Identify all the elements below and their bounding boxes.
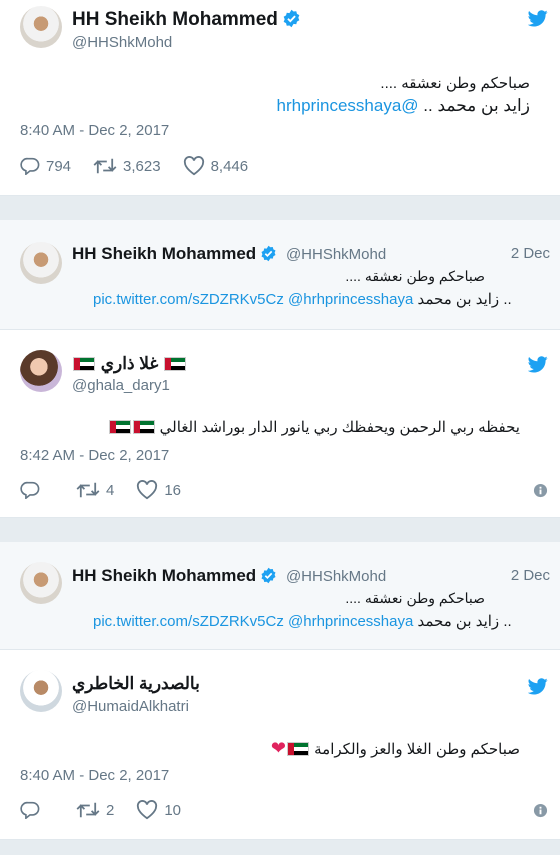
author-name[interactable]: HH Sheikh Mohammed (72, 9, 301, 34)
reply-text-content: صباحكم وطن الغلا والعز والكرامة (314, 741, 520, 758)
quoted-author-name[interactable]: HH Sheikh Mohammed @HHShkMohd (72, 566, 386, 589)
verified-badge-icon (260, 567, 277, 589)
avatar-humaid-alkhatri[interactable] (20, 670, 62, 712)
quoted-author-name-text: HH Sheikh Mohammed (72, 566, 257, 585)
reply-author-handle[interactable]: @ghala_dary1 (72, 377, 170, 394)
like-button[interactable]: 8,446 (183, 156, 249, 176)
reply-button[interactable] (20, 801, 46, 819)
reply-icon (20, 801, 40, 819)
reply-button[interactable]: 794 (20, 157, 71, 175)
info-icon[interactable] (533, 803, 548, 823)
tweet-actions: 794 3,623 8,446 (20, 156, 270, 176)
quoted-text-line1: صباحكم وطن نعشقه .... (345, 268, 485, 284)
like-button[interactable]: 10 (136, 800, 181, 820)
quoted-links[interactable]: pic.twitter.com/sZDZRKv5Cz @hrhprincessh… (93, 291, 413, 308)
retweet-icon (93, 158, 117, 174)
twitter-bird-icon[interactable] (528, 678, 548, 695)
quoted-author-handle[interactable]: @HHShkMohd (286, 246, 386, 263)
quoted-links[interactable]: pic.twitter.com/sZDZRKv5Cz @hrhprincessh… (93, 613, 413, 630)
tweet-text-arabic: زايد بن محمد .. (423, 96, 530, 115)
quoted-text-line1: صباحكم وطن نعشقه .... (345, 590, 485, 606)
like-icon (137, 800, 158, 820)
reply-actions: 2 10 (20, 800, 203, 820)
red-heart-icon: ❤ (270, 738, 286, 758)
retweet-button[interactable]: 4 (76, 481, 114, 499)
verified-badge-icon (260, 245, 277, 267)
quoted-author-name-text: HH Sheikh Mohammed (72, 244, 257, 263)
tweet-timestamp[interactable]: 8:40 AM - Dec 2, 2017 (20, 122, 169, 139)
like-count: 10 (164, 801, 182, 819)
quoted-tweet[interactable]: HH Sheikh Mohammed @HHShkMohd 2 Dec صباح… (0, 542, 560, 650)
tweet-text-line1: صباحكم وطن نعشقه .... (380, 75, 530, 92)
author-name-text: HH Sheikh Mohammed (72, 9, 278, 30)
author-handle[interactable]: @HHShkMohd (72, 34, 172, 51)
reply-tweet-ghala: غلا ذاري @ghala_dary1 يحفظه ربي الرحمن و… (0, 330, 560, 518)
separator (0, 840, 560, 855)
reply-author-handle[interactable]: @HumaidAlkhatri (72, 698, 189, 715)
reply-button[interactable] (20, 481, 46, 499)
quoted-author-name[interactable]: HH Sheikh Mohammed @HHShkMohd (72, 244, 386, 267)
reply-author-name[interactable]: بالصدرية الخاطري (72, 674, 200, 694)
retweet-count: 3,623 (123, 157, 161, 175)
reply-author-name[interactable]: غلا ذاري (72, 354, 187, 374)
tweet-text-line2: زايد بن محمد .. @hrhprincesshaya (277, 96, 530, 116)
retweet-icon (76, 802, 100, 818)
reply-text-content: يحفظه ربي الرحمن ويحفظك ربي يانور الدار … (159, 419, 520, 436)
twitter-bird-icon[interactable] (528, 356, 548, 373)
quoted-text-line2: pic.twitter.com/sZDZRKv5Cz @hrhprincessh… (93, 612, 512, 630)
reply-icon (20, 481, 40, 499)
retweet-icon (76, 482, 100, 498)
reply-text: يحفظه ربي الرحمن ويحفظك ربي يانور الدار … (108, 418, 520, 436)
quoted-text-arabic: .. زايد بن محمد (417, 613, 512, 630)
avatar-hh-sheikh-mohammed[interactable] (20, 562, 62, 604)
uae-flag-icon (164, 357, 187, 371)
like-count: 16 (164, 481, 182, 499)
info-icon[interactable] (533, 483, 548, 503)
reply-author-name-text: غلا ذاري (100, 354, 159, 373)
quoted-date[interactable]: 2 Dec (511, 245, 550, 262)
reply-tweet-humaid: بالصدرية الخاطري @HumaidAlkhatri صباحكم … (0, 650, 560, 840)
uae-flag-icon (73, 357, 95, 371)
separator (0, 518, 560, 542)
quoted-tweet[interactable]: HH Sheikh Mohammed @HHShkMohd 2 Dec صباح… (0, 220, 560, 330)
verified-badge-icon (282, 9, 301, 34)
avatar-ghala-dary[interactable] (20, 350, 62, 392)
tweet-card-main: HH Sheikh Mohammed @HHShkMohd صباحكم وطن… (0, 0, 560, 196)
quoted-text-line2: pic.twitter.com/sZDZRKv5Cz @hrhprincessh… (93, 290, 512, 308)
uae-flag-icon (108, 420, 131, 434)
quoted-date[interactable]: 2 Dec (511, 567, 550, 584)
avatar-hh-sheikh-mohammed[interactable] (20, 6, 62, 48)
reply-timestamp[interactable]: 8:42 AM - Dec 2, 2017 (20, 447, 169, 464)
avatar-hh-sheikh-mohammed[interactable] (20, 242, 62, 284)
like-icon (183, 156, 204, 176)
like-count: 8,446 (210, 157, 249, 175)
uae-flag-icon (286, 742, 309, 756)
reply-icon (20, 157, 40, 175)
reply-actions: 4 16 (20, 480, 203, 500)
quoted-text-arabic: .. زايد بن محمد (417, 291, 512, 308)
twitter-bird-icon[interactable] (528, 10, 548, 27)
reply-count: 794 (46, 157, 72, 175)
quoted-author-handle[interactable]: @HHShkMohd (286, 568, 386, 585)
reply-text: صباحكم وطن الغلا والعز والكرامة ❤ (271, 738, 520, 759)
separator (0, 196, 560, 220)
retweet-button[interactable]: 2 (76, 801, 114, 819)
like-button[interactable]: 16 (136, 480, 181, 500)
mention-link[interactable]: @hrhprincesshaya (277, 96, 419, 115)
reply-timestamp[interactable]: 8:40 AM - Dec 2, 2017 (20, 767, 169, 784)
retweet-count: 2 (106, 801, 115, 819)
retweet-button[interactable]: 3,623 (93, 157, 161, 175)
retweet-count: 4 (106, 481, 115, 499)
like-icon (137, 480, 158, 500)
uae-flag-icon (132, 420, 155, 434)
